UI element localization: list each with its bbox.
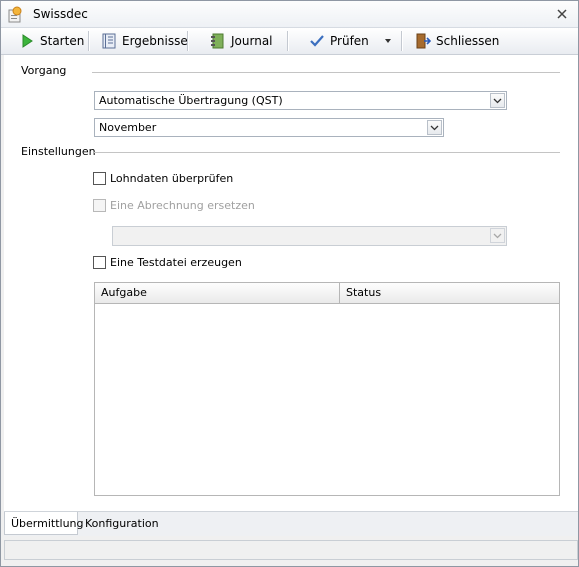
column-separator[interactable] [339,283,340,303]
title-bar: Swissdec [1,1,578,28]
start-button-label: Starten [40,34,85,48]
main-content: Vorgang Automatische Übertragung (QST) N… [4,55,578,511]
tab-uebermittlung-label: Übermittlung [11,516,84,530]
results-button[interactable]: Ergebnisse [101,30,188,52]
journal-icon [211,33,224,49]
checkmark-icon [310,35,324,47]
replace-dropdown-arrow[interactable] [490,228,505,243]
chevron-down-icon [493,98,502,104]
testfile-checkbox[interactable]: Eine Testdatei erzeugen [93,256,242,269]
replace-statement-checkbox[interactable]: Eine Abrechnung ersetzen [93,199,255,212]
toolbar-separator [401,31,403,51]
chevron-down-icon [493,233,502,239]
column-header-task[interactable]: Aufgabe [101,286,147,299]
close-button[interactable]: Schliessen [415,30,499,52]
status-bar [4,540,578,560]
replace-statement-label: Eine Abrechnung ersetzen [110,199,255,212]
tab-konfiguration-label: Konfiguration [85,517,159,530]
month-dropdown-arrow[interactable] [427,120,442,135]
testfile-label: Eine Testdatei erzeugen [110,256,242,269]
vorgang-group-label: Vorgang [21,64,67,77]
app-icon [8,6,22,23]
exit-door-icon [416,33,431,49]
replace-statement-box[interactable] [93,199,106,212]
testfile-box[interactable] [93,256,106,269]
toolbar-separator [88,31,90,51]
toolbar-separator [187,31,189,51]
start-button[interactable]: Starten [19,30,84,52]
replace-statement-select[interactable] [112,226,507,246]
task-grid[interactable]: Aufgabe Status [94,282,560,496]
check-dropdown-button[interactable] [384,30,392,52]
check-button[interactable]: Prüfen [309,30,369,52]
vorgang-divider [92,72,560,73]
check-payroll-box[interactable] [93,172,106,185]
einstellungen-group-label: Einstellungen [21,145,96,158]
results-button-label: Ergebnisse [122,34,188,48]
chevron-down-icon [430,125,439,131]
vorgang-type-select[interactable]: Automatische Übertragung (QST) [94,91,507,110]
swissdec-window: Swissdec Starten Ergebnisse Journal Prüf… [0,0,579,567]
results-icon [102,33,116,49]
vorgang-type-value: Automatische Übertragung (QST) [99,94,283,107]
tab-strip: Übermittlung Konfiguration [4,511,578,536]
check-payroll-label: Lohndaten überprüfen [110,172,234,185]
einstellungen-divider [94,152,560,153]
check-payroll-checkbox[interactable]: Lohndaten überprüfen [93,172,233,185]
journal-button-label: Journal [231,34,273,48]
toolbar: Starten Ergebnisse Journal Prüfen Schlie… [1,28,578,55]
journal-button[interactable]: Journal [210,30,273,52]
close-button-label: Schliessen [436,34,500,48]
month-select[interactable]: November [94,118,444,137]
tab-uebermittlung[interactable]: Übermittlung [4,512,84,535]
month-value: November [99,121,157,134]
check-button-label: Prüfen [330,34,369,48]
play-icon [22,34,33,48]
grid-header: Aufgabe Status [95,283,559,304]
close-icon[interactable] [554,6,570,22]
toolbar-separator [287,31,289,51]
column-header-status[interactable]: Status [346,286,381,299]
window-title: Swissdec [33,7,88,21]
tab-konfiguration[interactable]: Konfiguration [79,512,159,535]
vorgang-type-dropdown-arrow[interactable] [490,93,505,108]
chevron-down-icon [385,39,391,43]
